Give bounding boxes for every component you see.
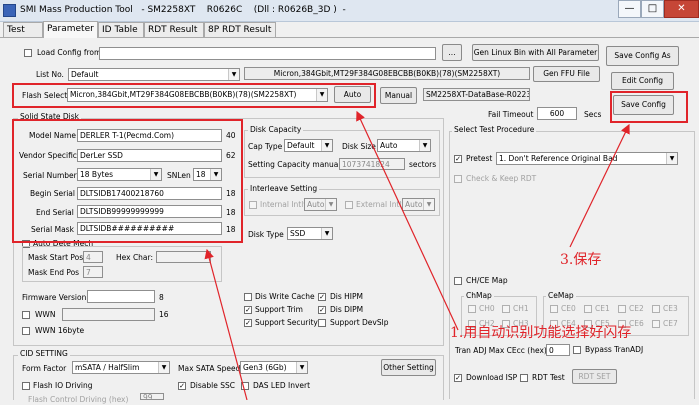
annotation-step-1: 1.用自动识别功能选择好闪存 — [450, 325, 632, 341]
arrow-to-ssd-params — [204, 248, 248, 400]
arrow-to-save-config — [569, 123, 630, 248]
arrow-to-flash-select — [356, 110, 459, 331]
annotation-step-3: 3.保存 — [560, 252, 602, 268]
